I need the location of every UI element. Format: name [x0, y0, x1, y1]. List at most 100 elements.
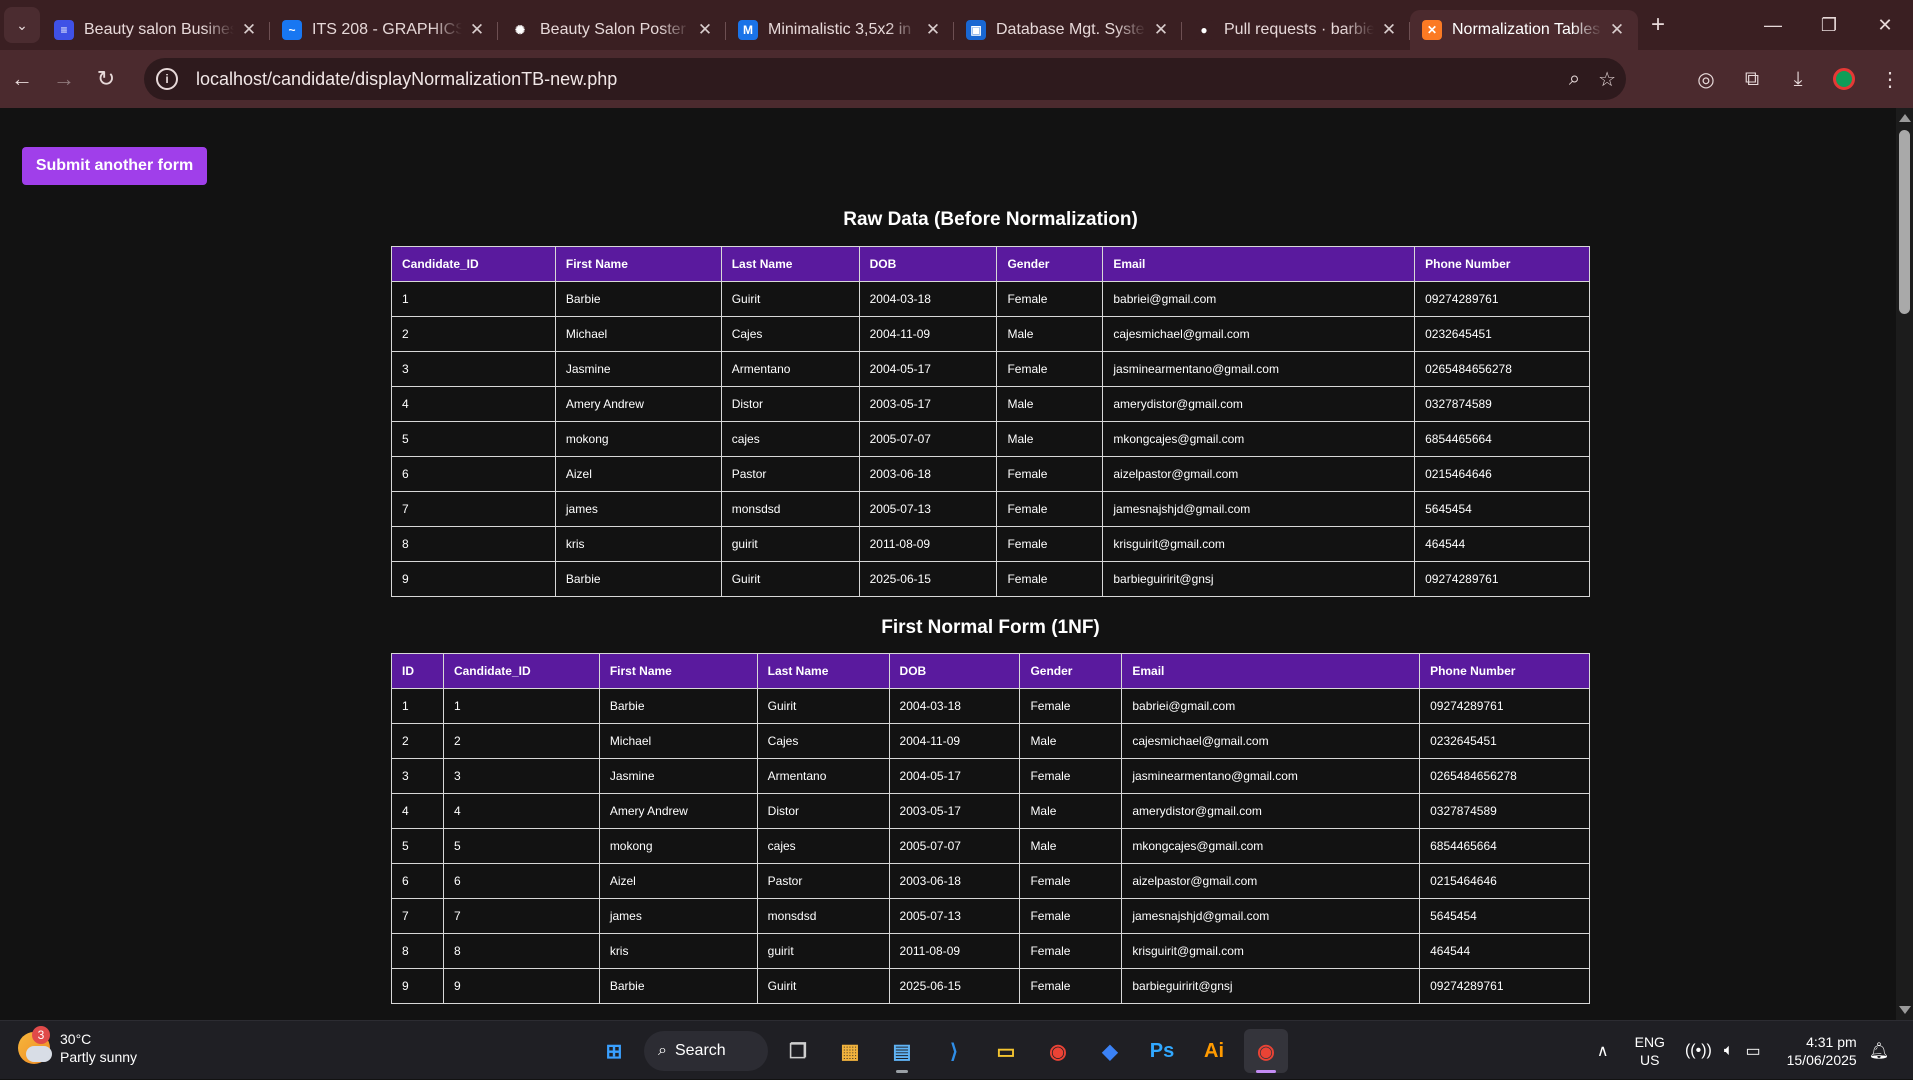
forward-arrow-icon[interactable]: →	[44, 59, 84, 99]
file-explorer-icon[interactable]: ▭	[984, 1029, 1028, 1073]
download-icon[interactable]: ⤓	[1775, 68, 1821, 91]
url-text[interactable]: localhost/candidate/displayNormalization…	[196, 69, 617, 90]
table-cell: 3	[442, 758, 600, 794]
chrome-icon[interactable]: ◉	[1036, 1029, 1080, 1073]
bookmark-star-icon[interactable]: ☆	[1598, 67, 1616, 92]
close-tab-icon[interactable]: ✕	[924, 20, 942, 40]
tab-search-chevron-icon[interactable]: ⌄	[4, 7, 40, 43]
scroll-down-arrow-icon[interactable]	[1899, 1006, 1911, 1014]
table-cell: Pastor	[756, 863, 890, 899]
table-cell: 0215464646	[1419, 863, 1590, 899]
minimize-icon[interactable]: —	[1745, 0, 1801, 50]
table-cell: amerydistor@gmail.com	[1102, 386, 1416, 422]
page-scrollbar[interactable]	[1896, 108, 1913, 1020]
battery-icon[interactable]: ▭	[1745, 1041, 1760, 1061]
site-info-icon[interactable]: i	[156, 68, 178, 90]
table-cell: 4	[391, 793, 444, 829]
table-cell: 2003-06-18	[888, 863, 1021, 899]
table-cell: Female	[1019, 898, 1123, 934]
table-cell: 6854465664	[1419, 828, 1590, 864]
roblox-studio-icon[interactable]: ◆	[1088, 1029, 1132, 1073]
classroom-icon: ▣	[966, 20, 986, 40]
address-bar[interactable]: i localhost/candidate/displayNormalizati…	[144, 58, 1626, 100]
zoom-icon[interactable]: ⌕	[1569, 68, 1580, 91]
table-cell: kris	[598, 933, 758, 969]
first-normal-form-table: ID Candidate_ID First Name Last Name DOB Gend…	[391, 653, 1590, 1004]
input-language-indicator[interactable]: ENG US	[1635, 1033, 1665, 1069]
close-tab-icon[interactable]: ✕	[240, 20, 258, 40]
table-row: 8 8 kris guirit 2011-08-09 Female krisguirit@g…	[391, 933, 1590, 969]
close-tab-icon[interactable]: ✕	[1380, 20, 1398, 40]
table-cell: Female	[996, 561, 1104, 597]
browser-tab[interactable]: ● Pull requests · barbie ✕	[1182, 10, 1410, 50]
table-cell: 464544	[1414, 526, 1590, 562]
browser-tab[interactable]: ~ ITS 208 - GRAPHICS S ✕	[270, 10, 498, 50]
browser-tab[interactable]: ▣ Database Mgt. Systen ✕	[954, 10, 1182, 50]
table-row: 4 4 Amery Andrew Distor 2003-05-17 Male ameryd…	[391, 793, 1590, 829]
wifi-icon[interactable]: ((•))	[1685, 1042, 1712, 1060]
notification-bell-icon[interactable]: 🔔︎	[1869, 1041, 1889, 1061]
table-cell: Female	[1019, 968, 1123, 1004]
table-cell: Michael	[598, 723, 758, 759]
table-cell: 2004-05-17	[858, 351, 998, 387]
table-cell: Aizel	[598, 863, 758, 899]
table-cell: 6	[391, 456, 556, 492]
table-cell: Female	[996, 456, 1104, 492]
more-menu-icon[interactable]: ⋮	[1867, 67, 1913, 92]
profile-avatar[interactable]	[1833, 68, 1855, 90]
table-cell: 0327874589	[1419, 793, 1590, 829]
back-arrow-icon[interactable]: ←	[2, 59, 42, 99]
browser-tab[interactable]: ≡ Beauty salon Business ✕	[42, 10, 270, 50]
table-cell: Armentano	[720, 351, 860, 387]
extensions-puzzle-icon[interactable]: ⧉	[1729, 68, 1775, 91]
table-cell: Jasmine	[554, 351, 722, 387]
close-tab-icon[interactable]: ✕	[468, 20, 486, 40]
close-window-icon[interactable]: ✕	[1857, 0, 1913, 50]
system-clock[interactable]: 4:31 pm 15/06/2025	[1787, 1033, 1857, 1069]
table-cell: Pastor	[720, 456, 860, 492]
volume-icon[interactable]: 🔈︎	[1724, 1042, 1734, 1060]
restore-icon[interactable]: ❐	[1801, 0, 1857, 50]
table-cell: 2004-11-09	[858, 316, 998, 352]
close-tab-icon[interactable]: ✕	[1608, 20, 1626, 40]
photoshop-icon[interactable]: Ps	[1140, 1029, 1184, 1073]
close-tab-icon[interactable]: ✕	[696, 20, 714, 40]
taskbar-search-box[interactable]: ⌕ Search	[644, 1031, 768, 1071]
close-tab-icon[interactable]: ✕	[1152, 20, 1170, 40]
clock-time: 4:31 pm	[1806, 1033, 1857, 1050]
table-cell: 5	[391, 421, 556, 457]
submit-another-form-button[interactable]: Submit another form	[22, 147, 207, 185]
start-icon[interactable]: ⊞	[592, 1029, 636, 1073]
table-header-row: Candidate_ID First Name Last Name DOB Gender…	[391, 246, 1590, 282]
table-cell: 8	[391, 933, 444, 969]
browser-tab[interactable]: M Minimalistic 3,5x2 in ✕	[726, 10, 954, 50]
vscode-icon[interactable]: ⟩	[932, 1029, 976, 1073]
notepad-icon[interactable]: ▤	[880, 1029, 924, 1073]
scrollbar-thumb[interactable]	[1899, 130, 1910, 314]
weather-widget[interactable]: 3 30°C Partly sunny	[18, 1026, 137, 1066]
chrome-active-icon[interactable]: ◉	[1244, 1029, 1288, 1073]
table-cell: Distor	[756, 793, 890, 829]
table-cell: 7	[391, 491, 556, 527]
tab-title: ITS 208 - GRAPHICS S	[312, 21, 462, 38]
store-icon[interactable]: ▦	[828, 1029, 872, 1073]
show-hidden-icons-chevron-icon[interactable]: ∧	[1597, 1041, 1609, 1061]
column-header: Gender	[1019, 653, 1123, 689]
table-cell: james	[554, 491, 722, 527]
table-cell: Barbie	[554, 561, 722, 597]
table-row: 5 5 mokong cajes 2005-07-07 Male mkongcajes@gm…	[391, 828, 1590, 864]
browser-tab[interactable]: ✕ Normalization Tables ✕	[1410, 10, 1638, 50]
illustrator-icon[interactable]: Ai	[1192, 1029, 1236, 1073]
table-cell: cajes	[756, 828, 890, 864]
scroll-up-arrow-icon[interactable]	[1899, 114, 1911, 122]
browser-tab[interactable]: ✺ Beauty Salon Poster I ✕	[498, 10, 726, 50]
table-cell: jamesnajshjd@gmail.com	[1102, 491, 1416, 527]
incognito-extension-icon[interactable]: ◎	[1683, 67, 1729, 92]
github-icon: ●	[1194, 20, 1214, 40]
table-cell: Jasmine	[598, 758, 758, 794]
table-cell: 2025-06-15	[888, 968, 1021, 1004]
task-view-icon[interactable]: ❐	[776, 1029, 820, 1073]
reload-icon[interactable]: ↻	[86, 59, 126, 99]
table-cell: babriei@gmail.com	[1121, 688, 1421, 724]
new-tab-button[interactable]: +	[1638, 5, 1678, 45]
